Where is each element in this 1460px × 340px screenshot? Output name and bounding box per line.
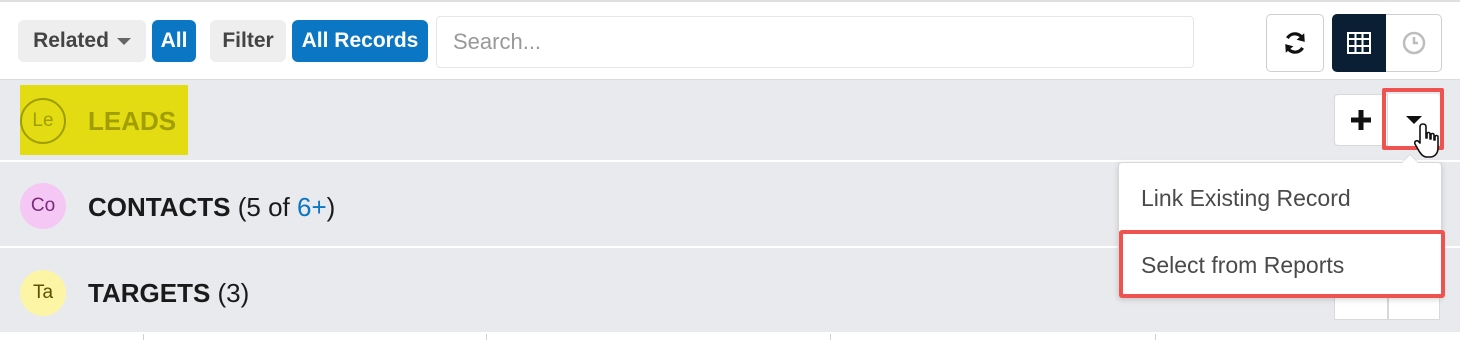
filter-button[interactable]: Filter [210, 20, 286, 62]
callout-box-select-from-reports [1119, 230, 1445, 298]
leads-create-button[interactable] [1334, 94, 1388, 146]
table-icon [1347, 32, 1371, 54]
targets-title-text: TARGETS [88, 278, 211, 308]
list-view-button[interactable] [1332, 14, 1386, 72]
menu-item-link-existing-record[interactable]: Link Existing Record [1119, 165, 1441, 231]
targets-avatar: Ta [20, 270, 66, 316]
column-divider [143, 334, 144, 340]
contacts-more-link[interactable]: 6+ [297, 192, 327, 222]
leads-title[interactable]: LEADS [88, 106, 176, 136]
hand-cursor-icon [1414, 123, 1439, 158]
contacts-count-suffix: ) [326, 192, 336, 222]
targets-title[interactable]: TARGETS (3) [88, 278, 249, 308]
refresh-icon [1285, 32, 1305, 54]
contacts-title[interactable]: CONTACTS (5 of 6+) [88, 192, 335, 222]
search-input[interactable] [436, 16, 1194, 68]
chevron-down-icon [116, 37, 131, 45]
list-header-strip [0, 334, 1460, 340]
related-value-pill[interactable]: All [152, 20, 196, 62]
targets-menu-button[interactable] [1388, 298, 1440, 320]
column-divider [486, 334, 487, 340]
related-dropdown[interactable]: Related [18, 20, 146, 62]
activity-stream-button[interactable] [1386, 14, 1442, 72]
contacts-count-prefix: (5 of [230, 192, 297, 222]
targets-add-button[interactable] [1334, 298, 1388, 320]
related-label: Related [33, 29, 109, 52]
clock-icon [1402, 31, 1425, 55]
targets-count: (3) [210, 278, 250, 308]
contacts-avatar: Co [20, 183, 66, 229]
column-divider [1155, 334, 1156, 340]
plus-icon [1351, 110, 1371, 130]
column-divider [830, 334, 831, 340]
leads-avatar: Le [20, 98, 66, 144]
subpanel-leads[interactable]: Le LEADS [0, 80, 1460, 162]
filter-bar: Related All Filter All Records [0, 0, 1460, 80]
filter-value-pill[interactable]: All Records [292, 20, 428, 62]
contacts-title-text: CONTACTS [88, 192, 231, 222]
refresh-button[interactable] [1266, 14, 1324, 72]
